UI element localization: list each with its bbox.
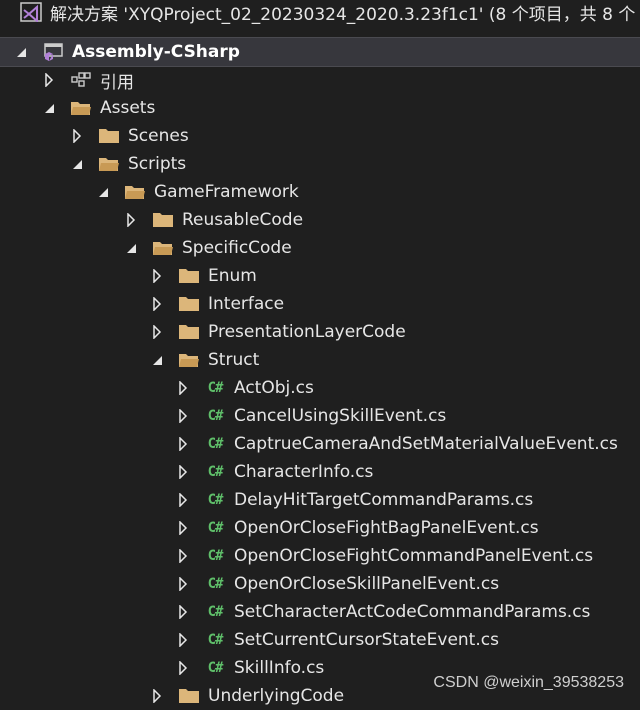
- csharp-file-icon: C#: [207, 632, 224, 648]
- collapsed-arrow-icon[interactable]: [176, 465, 190, 479]
- collapsed-arrow-icon[interactable]: [150, 269, 164, 283]
- solution-row[interactable]: 解决方案 'XYQProject_02_20230324_2020.3.23f1…: [0, 0, 640, 25]
- folder-icon: [178, 323, 200, 341]
- collapsed-arrow-icon[interactable]: [176, 521, 190, 535]
- tree-item-scripts[interactable]: Scripts: [0, 150, 640, 178]
- file-label: SetCharacterActCodeCommandParams.cs: [234, 602, 591, 622]
- folder-open-icon: [98, 155, 120, 173]
- folder-icon: [152, 211, 174, 229]
- csharp-file-icon: C#: [207, 492, 224, 508]
- tree-item-presentationlayercode[interactable]: PresentationLayerCode: [0, 318, 640, 346]
- collapsed-arrow-icon[interactable]: [176, 577, 190, 591]
- tree-item-enum[interactable]: Enum: [0, 262, 640, 290]
- collapsed-arrow-icon[interactable]: [42, 73, 56, 87]
- tree-item-label: UnderlyingCode: [208, 686, 345, 706]
- file-item[interactable]: C# SetCharacterActCodeCommandParams.cs: [0, 598, 640, 626]
- tree-item-label: Assets: [100, 98, 156, 118]
- collapsed-arrow-icon[interactable]: [150, 689, 164, 703]
- file-label: DelayHitTargetCommandParams.cs: [234, 490, 534, 510]
- collapsed-arrow-icon[interactable]: [70, 129, 84, 143]
- csharp-project-icon: [42, 43, 64, 61]
- tree-item-label: SpecificCode: [182, 238, 292, 258]
- collapsed-arrow-icon[interactable]: [176, 661, 190, 675]
- tree-item-scenes[interactable]: Scenes: [0, 122, 640, 150]
- file-label: CharacterInfo.cs: [234, 462, 374, 482]
- tree-item-reusablecode[interactable]: ReusableCode: [0, 206, 640, 234]
- tree-item-struct[interactable]: Struct: [0, 346, 640, 374]
- csharp-file-icon: C#: [207, 660, 224, 676]
- file-item[interactable]: C# ActObj.cs: [0, 374, 640, 402]
- collapsed-arrow-icon[interactable]: [176, 605, 190, 619]
- csharp-file-icon: C#: [207, 408, 224, 424]
- collapsed-arrow-icon[interactable]: [176, 409, 190, 423]
- file-item[interactable]: C# OpenOrCloseFightCommandPanelEvent.cs: [0, 542, 640, 570]
- file-label: SkillInfo.cs: [234, 658, 325, 678]
- tree-item-label: Struct: [208, 350, 260, 370]
- csharp-file-icon: C#: [207, 380, 224, 396]
- file-item[interactable]: C# CaptrueCameraAndSetMaterialValueEvent…: [0, 430, 640, 458]
- folder-icon: [178, 267, 200, 285]
- references-icon: [70, 71, 92, 89]
- folder-open-icon: [70, 99, 92, 117]
- tree-item-assets[interactable]: Assets: [0, 94, 640, 122]
- file-item[interactable]: C# OpenOrCloseFightBagPanelEvent.cs: [0, 514, 640, 542]
- file-label: OpenOrCloseSkillPanelEvent.cs: [234, 574, 500, 594]
- watermark: CSDN @weixin_39538253: [433, 674, 624, 691]
- tree-item-references[interactable]: 引用: [0, 66, 640, 94]
- collapsed-arrow-icon[interactable]: [150, 297, 164, 311]
- file-label: CancelUsingSkillEvent.cs: [234, 406, 447, 426]
- csharp-file-icon: C#: [207, 604, 224, 620]
- tree-item-label: 引用: [100, 72, 134, 93]
- file-item[interactable]: C# DelayHitTargetCommandParams.cs: [0, 486, 640, 514]
- collapsed-arrow-icon[interactable]: [176, 493, 190, 507]
- folder-icon: [98, 127, 120, 145]
- file-label: OpenOrCloseFightBagPanelEvent.cs: [234, 518, 539, 538]
- project-row[interactable]: Assembly-CSharp: [0, 37, 640, 67]
- expanded-arrow-icon[interactable]: [150, 353, 164, 367]
- expanded-arrow-icon[interactable]: [96, 185, 110, 199]
- solution-label: 解决方案 'XYQProject_02_20230324_2020.3.23f1…: [50, 4, 636, 25]
- collapsed-arrow-icon[interactable]: [176, 549, 190, 563]
- tree-item-label: Enum: [208, 266, 257, 286]
- solution-icon: [20, 2, 44, 22]
- expanded-arrow-icon[interactable]: [124, 241, 138, 255]
- collapsed-arrow-icon[interactable]: [176, 437, 190, 451]
- collapsed-arrow-icon[interactable]: [150, 325, 164, 339]
- expanded-arrow-icon[interactable]: [70, 157, 84, 171]
- collapsed-arrow-icon[interactable]: [176, 633, 190, 647]
- file-item[interactable]: C# CancelUsingSkillEvent.cs: [0, 402, 640, 430]
- csharp-file-icon: C#: [207, 436, 224, 452]
- csharp-file-icon: C#: [207, 464, 224, 480]
- file-item[interactable]: C# SetCurrentCursorStateEvent.cs: [0, 626, 640, 654]
- csharp-file-icon: C#: [207, 548, 224, 564]
- folder-icon: [178, 687, 200, 705]
- csharp-file-icon: C#: [207, 576, 224, 592]
- file-label: OpenOrCloseFightCommandPanelEvent.cs: [234, 546, 594, 566]
- tree-item-label: GameFramework: [154, 182, 299, 202]
- file-item[interactable]: C# CharacterInfo.cs: [0, 458, 640, 486]
- tree-item-label: ReusableCode: [182, 210, 304, 230]
- folder-open-icon: [178, 351, 200, 369]
- collapsed-arrow-icon[interactable]: [124, 213, 138, 227]
- expanded-arrow-icon[interactable]: [42, 101, 56, 115]
- folder-open-icon: [152, 239, 174, 257]
- file-item[interactable]: C# OpenOrCloseSkillPanelEvent.cs: [0, 570, 640, 598]
- file-label: SetCurrentCursorStateEvent.cs: [234, 630, 499, 650]
- file-label: ActObj.cs: [234, 378, 314, 398]
- project-label: Assembly-CSharp: [72, 42, 240, 62]
- tree-item-specificcode[interactable]: SpecificCode: [0, 234, 640, 262]
- file-label: CaptrueCameraAndSetMaterialValueEvent.cs: [234, 434, 618, 454]
- tree-item-gameframework[interactable]: GameFramework: [0, 178, 640, 206]
- expanded-arrow-icon[interactable]: [14, 45, 28, 59]
- tree-item-label: Scenes: [128, 126, 189, 146]
- tree-item-interface[interactable]: Interface: [0, 290, 640, 318]
- tree-item-label: Interface: [208, 294, 285, 314]
- collapsed-arrow-icon[interactable]: [176, 381, 190, 395]
- folder-icon: [178, 295, 200, 313]
- folder-open-icon: [124, 183, 146, 201]
- tree-item-label: Scripts: [128, 154, 187, 174]
- tree-item-label: PresentationLayerCode: [208, 322, 406, 342]
- csharp-file-icon: C#: [207, 520, 224, 536]
